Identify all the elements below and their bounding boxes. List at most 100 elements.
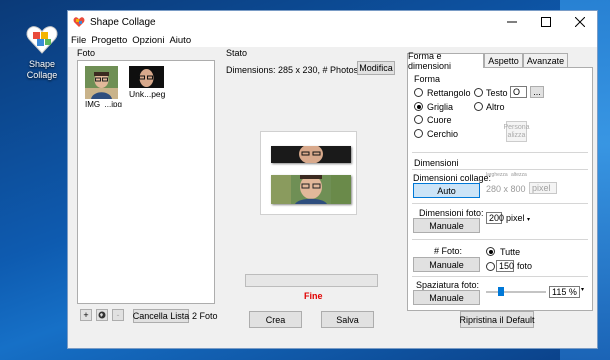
status-header: Stato [226, 48, 248, 58]
text-browse-button[interactable]: ... [530, 86, 544, 98]
remove-photo-button[interactable]: - [112, 309, 124, 321]
window-title: Shape Collage [90, 16, 156, 28]
collage-tile-2-image [271, 175, 351, 204]
label-cuore: Cuore [427, 115, 452, 125]
menu-aiuto[interactable]: Aiuto [169, 35, 191, 46]
dimensions-header: Dimensioni [414, 158, 459, 168]
add-folder-button[interactable] [96, 309, 108, 321]
create-button[interactable]: Crea [249, 311, 302, 328]
modify-button[interactable]: Modifica [357, 61, 395, 75]
photo-count-manual-button[interactable]: Manuale [413, 257, 480, 272]
text-shape-input[interactable]: O [510, 86, 527, 98]
minus-icon: - [116, 310, 120, 320]
collage-size-label: Dimensioni collage: [413, 173, 492, 183]
close-icon [575, 17, 585, 27]
desktop-icon-label: Shape Collage [26, 59, 58, 80]
label-rettangolo: Rettangolo [427, 88, 471, 98]
label-altro: Altro [486, 102, 505, 112]
settings-panel: Forma e dimensioni Aspetto Avanzate Form… [407, 51, 593, 311]
add-photo-button[interactable]: + [80, 309, 92, 321]
collage-preview [260, 131, 357, 215]
radio-cuore[interactable] [414, 115, 423, 124]
section-separator [412, 203, 588, 204]
photo-count: 2 Foto [192, 311, 218, 321]
collage-size-auto-button[interactable]: Auto [413, 183, 480, 198]
collage-tile-1-image [271, 146, 351, 163]
maximize-icon [541, 17, 551, 27]
collage-unit-select[interactable]: pixel [529, 182, 557, 194]
collage-unit-value: pixel [532, 183, 551, 193]
section-separator [412, 152, 588, 153]
tab-content: Forma Rettangolo Griglia Cuore Cerchio T… [407, 67, 593, 311]
photo-thumbnail-2[interactable] [129, 66, 164, 88]
collage-size-value[interactable]: 280 x 800 [486, 184, 526, 194]
width-caption: larghezza [486, 172, 508, 178]
menu-file[interactable]: File [71, 35, 86, 46]
spacing-stepper[interactable]: ▾ [581, 286, 584, 293]
spacing-input[interactable]: 115 % [549, 286, 580, 298]
progress-bar [245, 274, 378, 287]
radio-rettangolo[interactable] [414, 88, 423, 97]
photo-count-input[interactable]: 150 [496, 260, 514, 272]
collage-tile-1 [271, 146, 351, 163]
photo-count-label: # Foto: [434, 246, 463, 256]
section-separator [412, 169, 588, 170]
photo-count-unit: foto [517, 261, 533, 271]
shape-collage-app-icon [25, 22, 59, 56]
app-icon [73, 17, 85, 27]
spacing-slider-thumb[interactable] [498, 287, 504, 296]
tab-aspetto[interactable]: Aspetto [484, 53, 523, 67]
desktop-icon-shape-collage[interactable]: Shape Collage [14, 22, 70, 81]
photo-size-label: Dimensioni foto: [419, 208, 484, 218]
globe-icon [98, 311, 106, 319]
all-photos-label: Tutte [500, 247, 521, 257]
photo-unit-value: pixel [506, 213, 525, 223]
section-separator [412, 276, 588, 277]
personalize-shape-button[interactable]: Persona alizza [503, 121, 530, 142]
shape-header: Forma [414, 74, 441, 84]
status-state: Fine [304, 291, 323, 301]
label-griglia: Griglia [427, 102, 454, 112]
maximize-button[interactable] [529, 11, 563, 33]
photo-size-manual-button[interactable]: Manuale [413, 218, 480, 233]
minimize-button[interactable] [495, 11, 529, 33]
menu-bar: File Progetto Opzioni Aiuto [68, 33, 597, 47]
tab-avanzate[interactable]: Avanzate [523, 53, 568, 67]
chevron-down-icon: ▾ [527, 217, 531, 223]
spacing-label: Spaziatura foto: [416, 280, 480, 290]
radio-testo[interactable] [474, 88, 483, 97]
menu-progetto[interactable]: Progetto [91, 35, 127, 46]
plus-icon: + [83, 310, 89, 320]
title-bar[interactable]: Shape Collage [68, 11, 597, 33]
photo-thumbnail-1[interactable] [85, 66, 118, 99]
tab-forma-dimensioni[interactable]: Forma e dimensioni [407, 51, 484, 71]
label-cerchio: Cerchio [427, 129, 459, 139]
clear-list-button[interactable]: Cancella Lista [133, 309, 189, 323]
reset-default-button[interactable]: Ripristina il Default [459, 311, 535, 328]
minimize-icon [507, 21, 517, 23]
photo-size-input[interactable]: 200 [486, 212, 504, 224]
label-testo: Testo [486, 88, 508, 98]
photo-1-image [85, 66, 118, 99]
photo-2-label: Unk...peg [129, 89, 166, 99]
dimensions-text: Dimensions: 285 x 230, # Photos: 2 [226, 65, 369, 75]
photos-header: Foto [77, 48, 96, 58]
photo-1-label: IMG_...jpg [85, 100, 122, 109]
chevron-down-icon: ▾ [581, 287, 585, 293]
radio-altro[interactable] [474, 102, 483, 111]
radio-griglia[interactable] [414, 102, 423, 111]
photo-list[interactable]: IMG_...jpg Unk...peg [77, 60, 215, 304]
collage-tile-2 [271, 175, 351, 204]
menu-opzioni[interactable]: Opzioni [132, 35, 164, 46]
radio-cerchio[interactable] [414, 129, 423, 138]
photo-2-image [129, 66, 164, 88]
spacing-slider[interactable] [486, 287, 546, 296]
spacing-manual-button[interactable]: Manuale [413, 290, 480, 305]
radio-photo-count[interactable] [486, 262, 495, 271]
save-button[interactable]: Salva [321, 311, 374, 328]
close-button[interactable] [563, 11, 597, 33]
app-window: Shape Collage File Progetto Opzioni Aiut… [67, 10, 598, 349]
section-separator [412, 239, 588, 240]
photo-unit-select[interactable]: pixel ▾ [506, 213, 530, 223]
radio-all-photos[interactable] [486, 247, 495, 256]
